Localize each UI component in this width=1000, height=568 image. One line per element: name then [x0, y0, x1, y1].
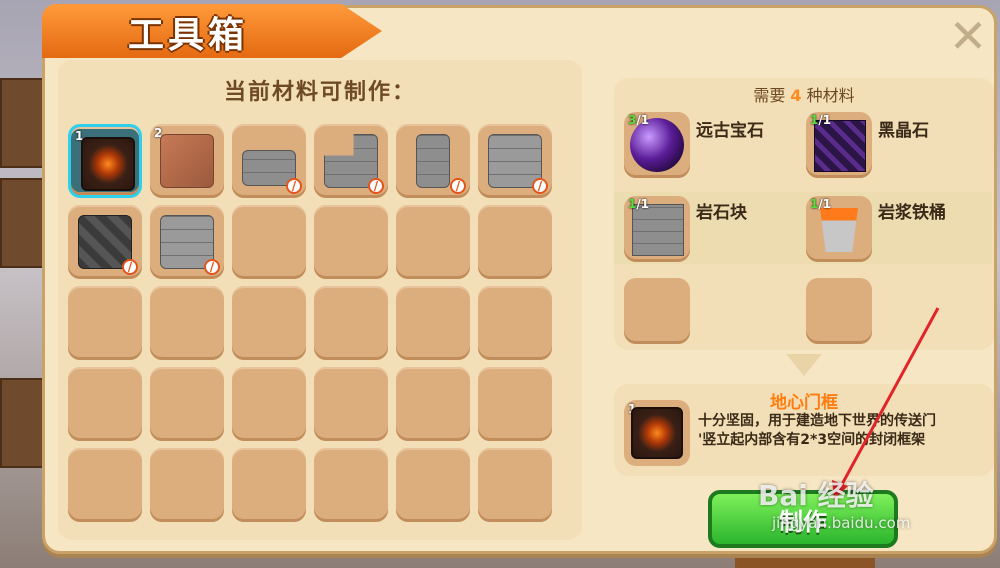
watermark-url: jingyan.baidu.com	[772, 514, 911, 532]
watermark: Bai 经验 jingyan.baidu.com	[758, 474, 910, 532]
watermark-main: Bai 经验	[758, 479, 874, 512]
